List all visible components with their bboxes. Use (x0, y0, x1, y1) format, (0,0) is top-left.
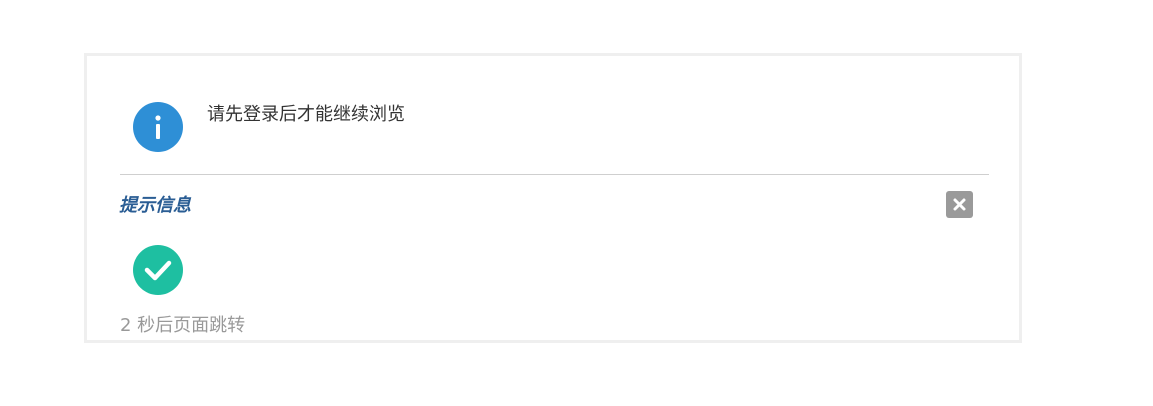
divider (120, 174, 989, 175)
close-button[interactable] (946, 191, 973, 218)
close-icon (953, 198, 966, 211)
login-notice-panel: 请先登录后才能继续浏览 提示信息 2 秒后页面跳转 (84, 53, 1022, 343)
login-required-message: 请先登录后才能继续浏览 (207, 104, 405, 125)
dialog-title: 提示信息 (119, 195, 191, 216)
info-icon (133, 102, 183, 152)
redirect-countdown-text: 2 秒后页面跳转 (120, 315, 246, 336)
check-icon (133, 245, 183, 295)
